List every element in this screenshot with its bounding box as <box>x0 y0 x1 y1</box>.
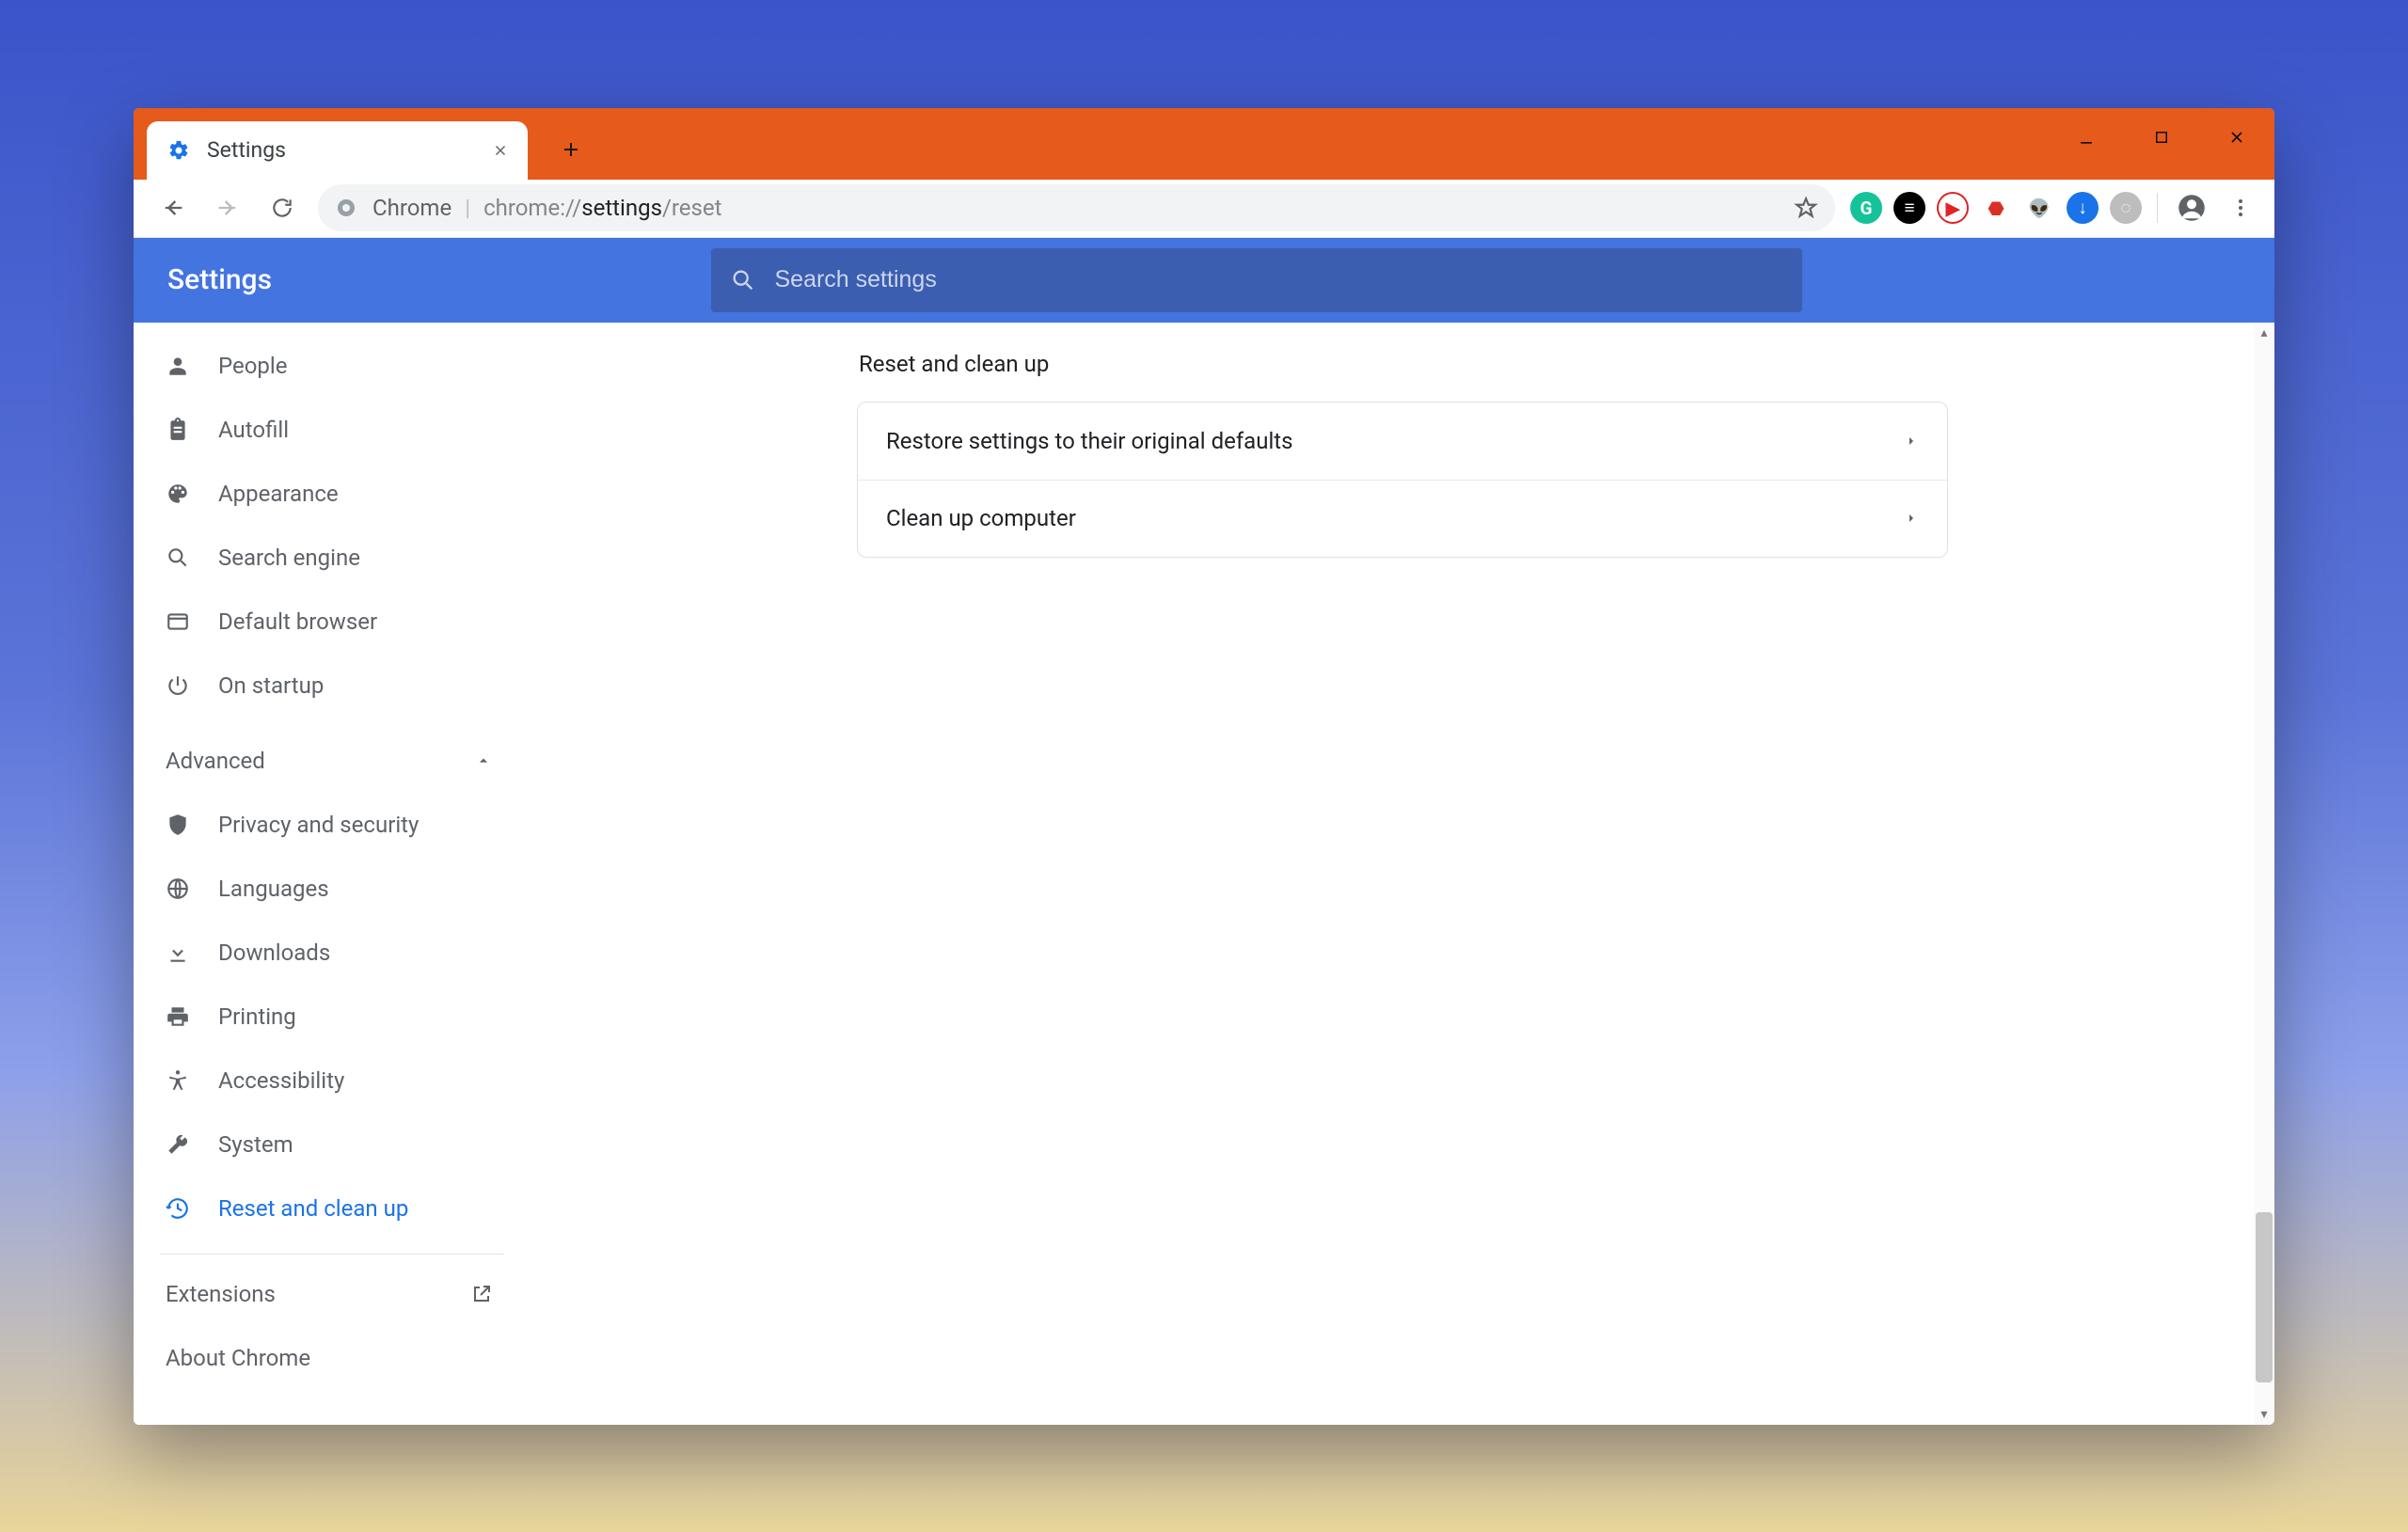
kebab-menu-button[interactable] <box>2216 183 2265 232</box>
grammarly-icon[interactable]: G <box>1850 192 1882 224</box>
scroll-down-arrow-icon[interactable]: ▾ <box>2260 1404 2267 1425</box>
sidebar-item-system[interactable]: System <box>134 1113 531 1177</box>
settings-sidebar: People Autofill Appearance Search engine Def… <box>134 323 531 1425</box>
extensions-label: Extensions <box>166 1281 276 1307</box>
sidebar-item-downloads[interactable]: Downloads <box>134 921 531 985</box>
window-maximize-button[interactable] <box>2124 108 2199 166</box>
ublock-icon[interactable]: ⬣ <box>1980 192 2012 224</box>
window-close-button[interactable] <box>2199 108 2274 166</box>
history-icon <box>166 1196 218 1221</box>
sidebar-item-privacy[interactable]: Privacy and security <box>134 793 531 857</box>
chevron-up-icon <box>474 751 493 770</box>
sidebar-item-appearance[interactable]: Appearance <box>134 462 531 526</box>
settings-search[interactable] <box>711 248 1802 312</box>
back-button[interactable] <box>149 183 198 232</box>
sidebar-item-default[interactable]: Default browser <box>134 590 531 654</box>
sidebar-item-label: Printing <box>218 1003 296 1030</box>
sidebar-item-label: People <box>218 353 287 379</box>
profile-avatar-button[interactable] <box>2167 183 2216 232</box>
window-icon <box>166 609 218 634</box>
reload-button[interactable] <box>258 183 307 232</box>
about-label: About Chrome <box>166 1345 310 1371</box>
disabled-ext-icon[interactable]: ◌ <box>2110 192 2142 224</box>
settings-row[interactable]: Clean up computer <box>858 480 1947 557</box>
bookmark-star-icon[interactable] <box>1794 196 1818 220</box>
chrome-window: Settings <box>134 108 2274 1425</box>
palette-icon <box>166 482 218 506</box>
sidebar-item-search[interactable]: Search engine <box>134 526 531 590</box>
open-external-icon <box>470 1283 493 1305</box>
accessibility-icon <box>166 1068 218 1093</box>
print-icon <box>166 1004 218 1029</box>
extension-icons: G ≡ ▶ ⬣ 👽 ↓ ◌ <box>1850 192 2142 224</box>
sidebar-item-label: Autofill <box>218 417 289 443</box>
power-icon <box>166 673 218 698</box>
chevron-right-icon <box>1904 434 1919 449</box>
page-title: Settings <box>167 263 272 296</box>
sidebar-item-label: Languages <box>218 876 329 902</box>
shield-icon <box>166 813 218 837</box>
titlebar: Settings <box>134 108 2274 180</box>
reddit-icon[interactable]: 👽 <box>2023 192 2055 224</box>
search-icon <box>166 545 218 570</box>
sidebar-item-label: Appearance <box>218 481 339 507</box>
forward-button[interactable] <box>203 183 252 232</box>
settings-header: Settings <box>134 238 2274 323</box>
person-icon <box>166 354 218 378</box>
chevron-right-icon <box>1904 511 1919 526</box>
new-tab-button[interactable] <box>547 125 595 174</box>
browser-tab[interactable]: Settings <box>147 121 528 180</box>
sidebar-item-autofill[interactable]: Autofill <box>134 398 531 462</box>
sidebar-item-label: Default browser <box>218 608 377 635</box>
youtube-icon[interactable]: ▶ <box>1937 192 1969 224</box>
omnibox-url-prefix: chrome:// <box>483 195 581 221</box>
sidebar-link-extensions[interactable]: Extensions <box>134 1262 531 1326</box>
sidebar-item-label: Search engine <box>218 545 360 571</box>
buffer-icon[interactable]: ≡ <box>1893 192 1925 224</box>
scroll-thumb[interactable] <box>2256 1212 2273 1382</box>
reset-card: Restore settings to their original defau… <box>857 402 1948 558</box>
sidebar-item-languages[interactable]: Languages <box>134 857 531 921</box>
sidebar-item-label: On startup <box>218 672 324 699</box>
omnibox-chip-label: Chrome <box>372 195 452 221</box>
sidebar-item-startup[interactable]: On startup <box>134 654 531 718</box>
sidebar-item-label: Accessibility <box>218 1067 344 1094</box>
search-icon <box>730 267 756 293</box>
sidebar-item-printing[interactable]: Printing <box>134 985 531 1049</box>
settings-main: Reset and clean up Restore settings to t… <box>531 323 2274 1425</box>
omnibox-url-host: settings <box>581 195 662 221</box>
omnibox-url-path: /reset <box>662 195 722 221</box>
window-minimize-button[interactable] <box>2049 108 2124 166</box>
settings-search-input[interactable] <box>775 266 1783 293</box>
chrome-chip-icon <box>335 197 357 219</box>
address-bar[interactable]: Chrome | chrome://settings/reset <box>318 184 1835 231</box>
settings-gear-icon <box>166 137 192 164</box>
settings-row[interactable]: Restore settings to their original defau… <box>858 403 1947 480</box>
sidebar-section-advanced[interactable]: Advanced <box>134 729 531 793</box>
vertical-scrollbar[interactable]: ▴ ▾ <box>2254 323 2274 1425</box>
tab-close-button[interactable] <box>488 138 513 163</box>
sidebar-item-label: Downloads <box>218 940 330 966</box>
sidebar-item-accessibility[interactable]: Accessibility <box>134 1049 531 1113</box>
sidebar-link-about[interactable]: About Chrome <box>134 1326 531 1390</box>
toolbar: Chrome | chrome://settings/reset G ≡ ▶ ⬣ 👽 ↓ ◌ <box>134 180 2274 238</box>
settings-row-label: Restore settings to their original defau… <box>886 428 1293 454</box>
globe-icon <box>166 877 218 901</box>
tab-title: Settings <box>207 137 286 163</box>
scroll-up-arrow-icon[interactable]: ▴ <box>2260 323 2267 343</box>
clipboard-icon <box>166 418 218 442</box>
settings-row-label: Clean up computer <box>886 505 1076 531</box>
sidebar-item-label: Reset and clean up <box>218 1195 408 1222</box>
section-title: Reset and clean up <box>859 351 1948 377</box>
download-icon <box>166 940 218 965</box>
wrench-icon <box>166 1132 218 1157</box>
sidebar-item-reset[interactable]: Reset and clean up <box>134 1177 531 1240</box>
download-icon[interactable]: ↓ <box>2067 192 2099 224</box>
sidebar-item-label: Privacy and security <box>218 812 419 838</box>
sidebar-item-label: System <box>218 1131 293 1158</box>
sidebar-item-people[interactable]: People <box>134 334 531 398</box>
advanced-label: Advanced <box>166 748 265 774</box>
